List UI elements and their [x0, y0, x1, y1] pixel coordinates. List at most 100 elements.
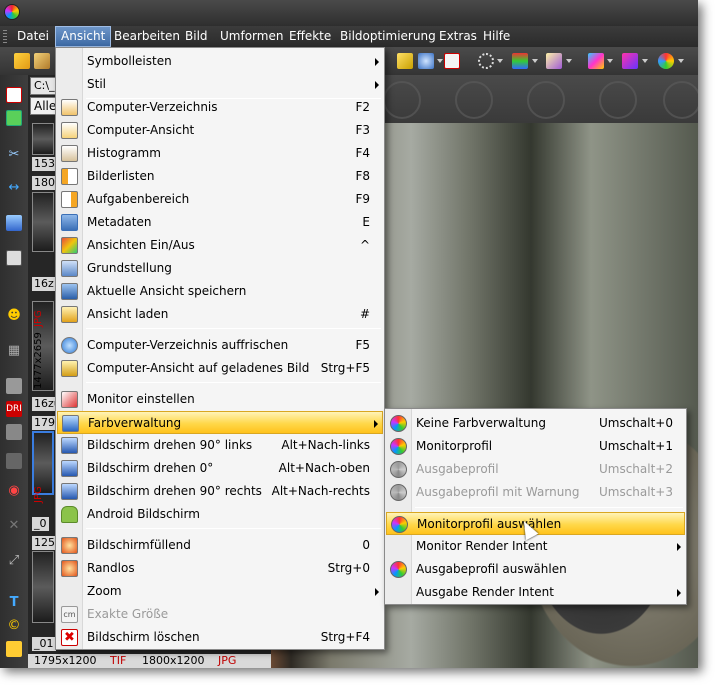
submenu-item-ausgabe-render-intent[interactable]: Ausgabe Render Intent	[386, 581, 685, 604]
menu-item-ansicht-auf-bild[interactable]: Computer-Ansicht auf geladenes Bild Strg…	[57, 357, 383, 380]
paint-icon[interactable]	[546, 53, 562, 69]
menu-item-monitor-einstellen[interactable]: Monitor einstellen	[57, 388, 383, 411]
close-image-icon[interactable]	[444, 53, 460, 69]
color-management-icon	[62, 415, 79, 432]
select-ellipse-icon[interactable]	[478, 53, 494, 69]
browse-icon[interactable]	[34, 53, 50, 69]
menu-item-bildschirmfuellend[interactable]: Bildschirmfüllend 0	[57, 534, 383, 557]
submenu-arrow-icon	[375, 81, 379, 89]
text-effect-dropdown-icon[interactable]	[532, 59, 538, 63]
dri-icon[interactable]: DRI	[6, 401, 22, 417]
noise-icon[interactable]: ▦	[6, 343, 22, 359]
color-adjust-icon[interactable]	[588, 53, 604, 69]
menu-item-shortcut: F4	[355, 146, 370, 160]
farbverwaltung-submenu: Keine Farbverwaltung Umschalt+0 Monitorp…	[384, 408, 687, 605]
menu-item-grundstellung[interactable]: Grundstellung	[57, 257, 383, 280]
thumbnail-info: _01	[32, 637, 56, 651]
menu-item-drehen-0[interactable]: Bildschirm drehen 0° Alt+Nach-oben	[57, 457, 383, 480]
red-eye-icon[interactable]: ◉	[6, 483, 22, 499]
filter-icon[interactable]	[622, 53, 638, 69]
menu-bearbeiten[interactable]: Bearbeiten	[109, 26, 185, 47]
open-folder-icon[interactable]	[14, 53, 30, 69]
menu-item-label: Keine Farbverwaltung	[416, 416, 546, 430]
menu-bild[interactable]: Bild	[180, 26, 213, 47]
menu-bildoptimierung[interactable]: Bildoptimierung	[335, 26, 441, 47]
menu-item-metadaten[interactable]: Metadaten E	[57, 211, 383, 234]
menu-datei[interactable]: Datei	[12, 26, 54, 47]
menu-ansicht[interactable]: Ansicht	[55, 26, 112, 47]
thumbnail[interactable]	[32, 123, 54, 155]
menu-item-label: Computer-Verzeichnis	[87, 100, 218, 114]
menu-item-randlos[interactable]: Randlos Strg+0	[57, 557, 383, 580]
menu-item-farbverwaltung[interactable]: Farbverwaltung	[57, 411, 383, 434]
pipette-icon[interactable]: ⤢	[6, 553, 22, 569]
menubar-grip-icon[interactable]	[3, 30, 7, 43]
menu-item-bilderlisten[interactable]: Bilderlisten F8	[57, 165, 383, 188]
menu-item-label: Monitor einstellen	[87, 392, 195, 406]
watermark-icon	[383, 81, 421, 119]
menu-item-ansicht-speichern[interactable]: Aktuelle Ansicht speichern	[57, 280, 383, 303]
menu-item-shortcut: F2	[355, 100, 370, 114]
text-icon[interactable]: T	[6, 595, 22, 611]
zoom-icon[interactable]	[418, 53, 434, 69]
copyright-icon[interactable]: ©	[6, 618, 22, 634]
color-wheel-dropdown-icon[interactable]	[678, 59, 684, 63]
menu-item-ansicht-laden[interactable]: Ansicht laden #	[57, 303, 383, 326]
color-wheel-icon[interactable]	[658, 53, 674, 69]
menu-item-shortcut: Alt+Nach-links	[281, 438, 370, 452]
menu-item-drehen-links[interactable]: Bildschirm drehen 90° links Alt+Nach-lin…	[57, 434, 383, 457]
menu-item-symbolleisten[interactable]: Symbolleisten	[57, 50, 383, 73]
menu-item-bildschirm-loeschen[interactable]: ✖ Bildschirm löschen Strg+F4	[57, 626, 383, 649]
color-adjust-dropdown-icon[interactable]	[607, 59, 613, 63]
frame-icon[interactable]	[6, 250, 22, 266]
image-list-icon	[61, 168, 78, 185]
status-left-size: 1795x1200	[34, 654, 97, 667]
output-profile-icon	[390, 461, 407, 478]
scissors-icon[interactable]: ✕	[6, 518, 22, 534]
text-effect-icon[interactable]	[512, 53, 528, 69]
menu-item-computer-ansicht[interactable]: Computer-Ansicht F3	[57, 119, 383, 142]
menu-item-zoom[interactable]: Zoom	[57, 580, 383, 603]
menu-item-label: Monitorprofil auswählen	[417, 517, 562, 531]
menu-item-computer-verzeichnis[interactable]: Computer-Verzeichnis F2	[57, 96, 383, 119]
thumbnail[interactable]	[32, 192, 54, 252]
submenu-item-keine-farbverwaltung[interactable]: Keine Farbverwaltung Umschalt+0	[386, 412, 685, 435]
paint-dropdown-icon[interactable]	[566, 59, 572, 63]
title-bar	[0, 0, 698, 26]
layers-icon[interactable]	[6, 378, 22, 394]
face-icon[interactable]: ☻	[6, 308, 22, 324]
menu-umformen[interactable]: Umformen	[215, 26, 288, 47]
resize-icon[interactable]: ↔	[6, 180, 22, 196]
menu-item-histogramm[interactable]: Histogramm F4	[57, 142, 383, 165]
menu-item-drehen-rechts[interactable]: Bildschirm drehen 90° rechts Alt+Nach-re…	[57, 480, 383, 503]
duplicate-icon[interactable]	[6, 424, 22, 440]
submenu-item-monitor-render-intent[interactable]: Monitor Render Intent	[386, 535, 685, 558]
crop-icon[interactable]	[6, 87, 22, 103]
menu-item-aufgabenbereich[interactable]: Aufgabenbereich F9	[57, 188, 383, 211]
menu-hilfe[interactable]: Hilfe	[478, 26, 515, 47]
cut-icon[interactable]: ✂	[6, 147, 22, 163]
menu-item-verzeichnis-auffrischen[interactable]: Computer-Verzeichnis auffrischen F5	[57, 334, 383, 357]
menu-item-stil[interactable]: Stil	[57, 73, 383, 96]
menu-item-android[interactable]: Android Bildschirm	[57, 503, 383, 526]
monitor-settings-icon	[61, 391, 78, 408]
submenu-item-ausgabeprofil-auswaehlen[interactable]: Ausgabeprofil auswählen	[386, 558, 685, 581]
tool-icon[interactable]	[397, 53, 413, 69]
menu-extras[interactable]: Extras	[434, 26, 482, 47]
select-rect-icon[interactable]	[6, 110, 22, 126]
menu-item-label: Ansicht laden	[87, 307, 169, 321]
cm-icon: cm	[61, 606, 78, 623]
menu-item-label: Ausgabeprofil mit Warnung	[416, 485, 580, 499]
thumbnail[interactable]	[32, 551, 54, 623]
submenu-item-monitorprofil[interactable]: Monitorprofil Umschalt+1	[386, 435, 685, 458]
menu-item-ansichten-ein-aus[interactable]: Ansichten Ein/Aus ^	[57, 234, 383, 257]
watermark-icon[interactable]	[6, 641, 22, 657]
menu-effekte[interactable]: Effekte	[284, 26, 336, 47]
rotate-icon[interactable]	[6, 215, 22, 231]
filter-dropdown-icon[interactable]	[642, 59, 648, 63]
select-dropdown-icon[interactable]	[497, 59, 503, 63]
app-logo-icon[interactable]	[4, 4, 20, 20]
no-color-management-icon	[390, 415, 407, 432]
zoom-dropdown-icon[interactable]	[437, 59, 443, 63]
stamp-icon[interactable]	[6, 453, 22, 469]
